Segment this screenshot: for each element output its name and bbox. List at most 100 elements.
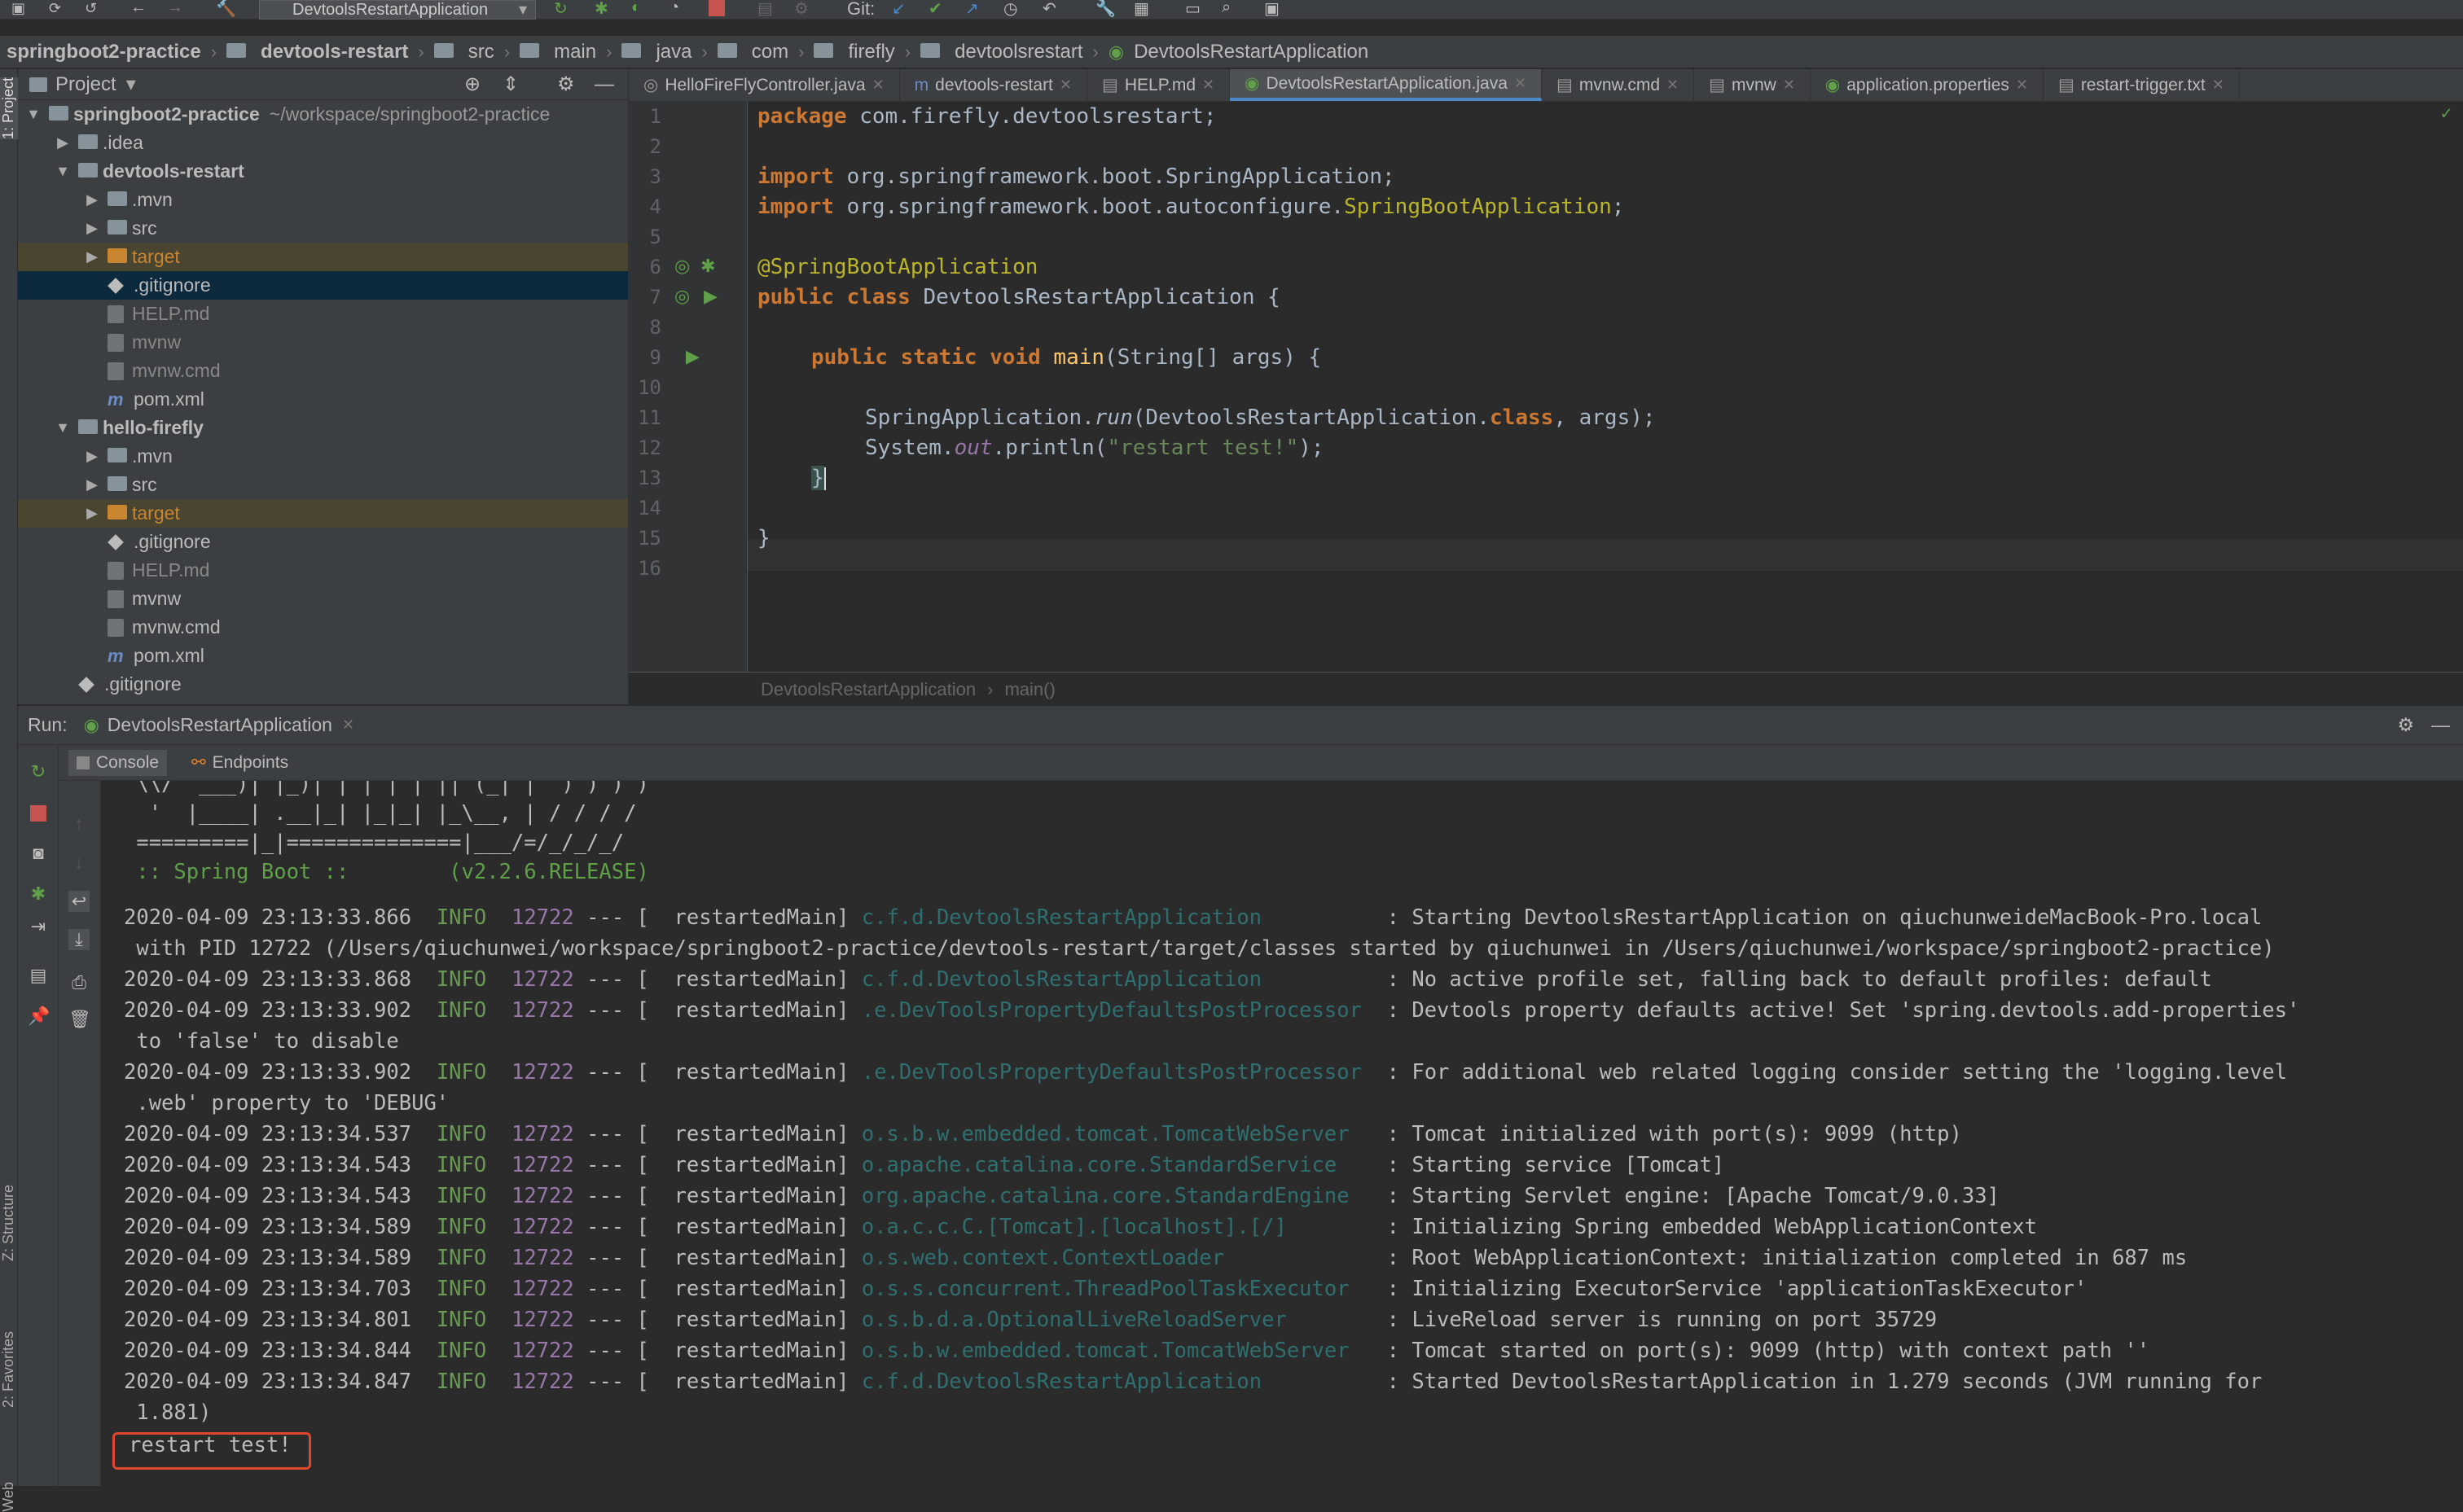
run-gutter-icon[interactable]: ▶ bbox=[704, 286, 718, 307]
stop-icon[interactable] bbox=[30, 805, 46, 822]
project-structure-icon[interactable]: ▦ bbox=[1134, 0, 1149, 19]
print-icon[interactable]: ⎙ bbox=[68, 972, 90, 993]
tree-item[interactable]: mvnw bbox=[18, 328, 628, 357]
spring-bean-icon[interactable]: ◎ bbox=[674, 256, 690, 277]
layout-icon[interactable]: ▤ bbox=[28, 965, 49, 986]
tree-item[interactable]: ▶ src bbox=[18, 214, 628, 243]
close-icon[interactable]: ✕ bbox=[872, 77, 885, 94]
tree-item[interactable]: ▶ .mvn bbox=[18, 442, 628, 471]
attach-icon[interactable]: ▤ bbox=[757, 0, 773, 19]
settings-wrench-icon[interactable]: 🔧 bbox=[1095, 0, 1116, 19]
debug-icon[interactable]: ✱ bbox=[595, 0, 608, 19]
chevron-right-icon[interactable]: ▶ bbox=[54, 134, 72, 151]
tree-item[interactable]: ▶ src bbox=[18, 471, 628, 499]
pin-icon[interactable]: 📌 bbox=[28, 1006, 50, 1027]
build-icon[interactable]: 🔨 bbox=[216, 0, 236, 19]
chevron-right-icon[interactable]: ▶ bbox=[83, 220, 101, 237]
close-icon[interactable]: ✕ bbox=[1514, 75, 1526, 92]
locate-icon[interactable]: ⊕ bbox=[464, 72, 481, 96]
arrow-down-icon[interactable]: ↓ bbox=[68, 852, 90, 874]
editor-tab[interactable]: ▤ restart-trigger.txt ✕ bbox=[2044, 69, 2240, 101]
editor-tab[interactable]: ◉ application.properties ✕ bbox=[1811, 69, 2044, 101]
debug-icon[interactable]: ✱ bbox=[28, 883, 49, 905]
coverage-icon[interactable]: ◐ bbox=[631, 0, 641, 17]
favorites-tool-tab[interactable]: 2: Favorites bbox=[0, 1331, 18, 1408]
camera-icon[interactable]: ◙ bbox=[28, 843, 49, 864]
breadcrumb-item[interactable]: devtools-restart bbox=[261, 41, 408, 64]
rollback-icon[interactable]: ↶ bbox=[1043, 0, 1056, 19]
collapse-icon[interactable]: ⇕ bbox=[503, 72, 519, 96]
editor-tab[interactable]: ◉ DevtoolsRestartApplication.java ✕ bbox=[1230, 69, 1543, 101]
forward-icon[interactable]: → bbox=[167, 0, 183, 17]
chevron-right-icon[interactable]: ▶ bbox=[83, 505, 101, 522]
editor-tab[interactable]: ◎ HelloFireFlyController.java ✕ bbox=[629, 69, 900, 101]
web-tool-tab[interactable]: Web bbox=[0, 1482, 18, 1512]
breadcrumb-item[interactable]: springboot2-practice bbox=[7, 41, 201, 64]
scroll-to-end-icon[interactable]: ⤓ bbox=[68, 929, 90, 950]
profile-icon[interactable]: ◔ bbox=[670, 0, 679, 17]
rerun-icon[interactable]: ↻ bbox=[554, 0, 568, 19]
gear-icon[interactable]: ⚙ bbox=[2397, 714, 2414, 736]
editor-tab[interactable]: ▤ mvnw ✕ bbox=[1694, 69, 1811, 101]
project-tool-tab[interactable]: 1: Project bbox=[0, 77, 18, 140]
git-push-icon[interactable]: ↗ bbox=[965, 0, 979, 19]
tree-item[interactable]: m pom.xml bbox=[18, 385, 628, 414]
tree-item[interactable]: .gitignore bbox=[18, 670, 628, 699]
structure-tool-tab[interactable]: Z: Structure bbox=[0, 1185, 18, 1261]
chevron-right-icon[interactable]: ▶ bbox=[83, 191, 101, 208]
git-commit-icon[interactable]: ✔ bbox=[929, 0, 942, 19]
tab-console[interactable]: Console bbox=[68, 749, 168, 776]
stop-icon[interactable] bbox=[709, 0, 725, 16]
project-panel-title[interactable]: Project bbox=[55, 73, 116, 96]
tree-item[interactable]: ▶ .mvn bbox=[18, 186, 628, 214]
plugin-icon[interactable]: ▣ bbox=[1264, 0, 1280, 19]
search-icon[interactable]: ⌕ bbox=[1222, 0, 1231, 17]
tree-item[interactable]: HELP.md bbox=[18, 300, 628, 328]
tree-item[interactable]: HELP.md bbox=[18, 556, 628, 585]
chevron-right-icon[interactable]: ▶ bbox=[83, 448, 101, 465]
tree-item[interactable]: mvnw.cmd bbox=[18, 613, 628, 642]
tree-item[interactable]: ▶ target bbox=[18, 499, 628, 528]
breadcrumb-item[interactable]: src bbox=[468, 41, 494, 64]
chevron-down-icon[interactable]: ▾ bbox=[126, 72, 136, 96]
spring-bean-icon[interactable]: ◎ bbox=[674, 286, 690, 307]
save-all-icon[interactable]: ▣ bbox=[11, 0, 25, 17]
trash-icon[interactable]: 🗑 bbox=[68, 1009, 91, 1030]
run-config-dropdown[interactable]: DevtoolsRestartApplication ▾ bbox=[259, 0, 536, 20]
hide-icon[interactable]: — bbox=[595, 73, 614, 96]
editor-breadcrumb-method[interactable]: main() bbox=[1004, 679, 1055, 700]
editor-tab[interactable]: ▤ mvnw.cmd ✕ bbox=[1542, 69, 1695, 101]
close-icon[interactable]: ✕ bbox=[342, 717, 354, 734]
breadcrumb-item[interactable]: devtoolsrestart bbox=[955, 41, 1082, 64]
gear-icon[interactable]: ⚙ bbox=[557, 72, 575, 96]
tree-item[interactable]: .gitignore bbox=[18, 271, 628, 300]
close-icon[interactable]: ✕ bbox=[2212, 77, 2224, 94]
tab-endpoints[interactable]: ⚯ Endpoints bbox=[191, 752, 288, 773]
breadcrumb-item[interactable]: com bbox=[752, 41, 788, 64]
chevron-down-icon[interactable]: ▼ bbox=[54, 419, 72, 436]
chevron-down-icon[interactable]: ▼ bbox=[24, 106, 42, 123]
editor-tab[interactable]: ▤ HELP.md ✕ bbox=[1087, 69, 1231, 101]
git-update-icon[interactable]: ↙ bbox=[892, 0, 906, 19]
arrow-up-icon[interactable]: ↑ bbox=[68, 813, 90, 835]
tree-item[interactable]: ▼ devtools-restart bbox=[18, 157, 628, 186]
run-config-tab[interactable]: DevtoolsRestartApplication bbox=[108, 714, 332, 736]
back-icon[interactable]: ← bbox=[130, 0, 147, 17]
chevron-right-icon[interactable]: ▶ bbox=[83, 476, 101, 493]
chevron-down-icon[interactable]: ▼ bbox=[54, 163, 72, 180]
tree-item[interactable]: ▼ springboot2-practice ~/workspace/springb… bbox=[18, 100, 628, 129]
close-icon[interactable]: ✕ bbox=[2016, 77, 2028, 94]
terminal-icon[interactable]: ▭ bbox=[1185, 0, 1201, 19]
spring-boot-icon[interactable]: ✱ bbox=[700, 256, 715, 277]
soft-wrap-icon[interactable]: ↩ bbox=[68, 891, 90, 912]
tree-item[interactable]: mvnw bbox=[18, 585, 628, 613]
exit-icon[interactable]: ⇥ bbox=[28, 916, 49, 937]
sync-icon[interactable]: ⟳ bbox=[49, 0, 61, 17]
tree-item[interactable]: ▼ hello-firefly bbox=[18, 414, 628, 442]
editor-tab[interactable]: m devtools-restart ✕ bbox=[900, 69, 1087, 101]
tree-item[interactable]: ▶ target bbox=[18, 243, 628, 271]
remote-icon[interactable]: ⚙ bbox=[794, 0, 809, 19]
undo-icon[interactable]: ↺ bbox=[85, 0, 97, 17]
close-icon[interactable]: ✕ bbox=[1783, 77, 1795, 94]
breadcrumb-item[interactable]: java bbox=[656, 41, 691, 64]
